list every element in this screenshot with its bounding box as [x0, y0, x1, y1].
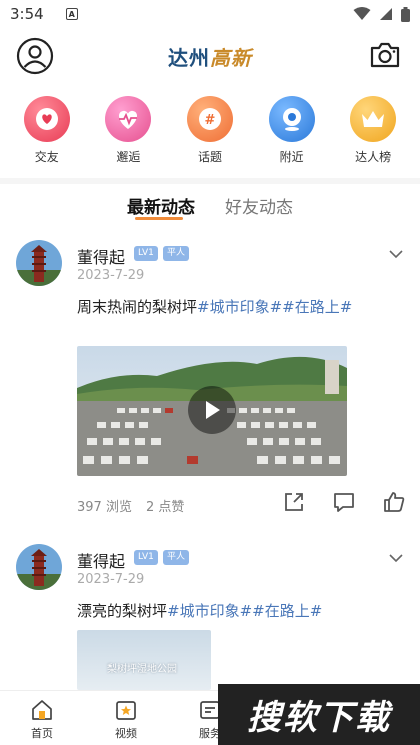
category-nearby[interactable]: 附近	[257, 96, 327, 168]
watermark-overlay: 搜软下载	[218, 684, 420, 745]
level-badge: LV1	[134, 550, 158, 565]
post-body: 漂亮的梨树坪	[77, 602, 168, 620]
post-actions	[282, 490, 406, 514]
category-make-friends[interactable]: 交友	[12, 96, 82, 168]
tab-latest[interactable]: 最新动态	[125, 193, 197, 218]
app-logo: 达州高新	[168, 42, 252, 71]
location-icon	[282, 108, 301, 131]
post-date: 2023-7-29	[77, 572, 145, 587]
notification-a-icon: A	[65, 8, 78, 20]
avatar[interactable]	[16, 240, 62, 286]
play-button[interactable]	[188, 386, 236, 434]
thumbs-up-icon[interactable]	[382, 490, 406, 514]
category-label: 达人榜	[355, 150, 392, 164]
category-label: 附近	[279, 150, 304, 164]
logo-part1: 达州	[168, 46, 210, 70]
active-tab-indicator	[135, 217, 183, 220]
status-bar: 3:54 A	[0, 0, 420, 28]
post-tags[interactable]: #城市印象##在路上#	[197, 298, 352, 316]
category-circle: #	[186, 96, 233, 142]
category-circle	[23, 96, 70, 142]
feed-post: 董得起 LV1 平人 2023-7-29 漂亮的梨树坪#城市印象##在路上# 梨…	[0, 544, 420, 694]
post-image[interactable]: 梨树坪湿地公园	[77, 630, 211, 690]
crown-icon	[362, 111, 385, 127]
svg-text:#: #	[205, 113, 216, 128]
post-body: 周末热闹的梨树坪	[77, 298, 198, 316]
nav-video[interactable]: 视频	[84, 691, 168, 745]
home-icon	[32, 700, 52, 720]
post-tags[interactable]: #城市印象##在路上#	[167, 602, 322, 620]
role-badge: 平人	[163, 246, 190, 261]
post-video[interactable]	[77, 346, 347, 476]
post-author[interactable]: 董得起	[77, 548, 125, 572]
app-header: 达州高新	[0, 28, 420, 84]
user-profile-icon[interactable]	[16, 37, 54, 75]
nav-label: 视频	[115, 727, 137, 740]
status-time: 3:54	[10, 5, 44, 23]
section-divider	[0, 178, 420, 184]
tab-friends[interactable]: 好友动态	[223, 193, 295, 218]
video-star-icon	[116, 701, 136, 720]
logo-part2: 高新	[210, 46, 252, 70]
signal-icon	[380, 8, 392, 20]
post-stats: 397 浏览 2 点赞	[77, 496, 198, 515]
share-icon[interactable]	[282, 490, 306, 514]
heart-icon	[35, 108, 58, 130]
post-text: 周末热闹的梨树坪#城市印象##在路上#	[77, 296, 352, 317]
comment-icon[interactable]	[332, 490, 356, 514]
wifi-icon	[353, 7, 371, 20]
image-caption: 梨树坪湿地公园	[107, 664, 177, 675]
category-row: 交友 邂逅 # 话题 附近 达人榜	[0, 96, 420, 168]
post-date: 2023-7-29	[77, 268, 145, 283]
like-count: 2 点赞	[145, 500, 185, 515]
category-label: 话题	[197, 150, 222, 164]
category-circle	[268, 96, 315, 142]
category-circle	[105, 96, 152, 142]
category-label: 交友	[34, 150, 59, 164]
category-talent-ranking[interactable]: 达人榜	[338, 96, 408, 168]
category-topics[interactable]: # 话题	[175, 96, 245, 168]
feed-post: 董得起 LV1 平人 2023-7-29 周末热闹的梨树坪#城市印象##在路上#	[0, 240, 420, 530]
view-count: 397 浏览	[77, 500, 132, 515]
category-circle	[350, 96, 397, 142]
feed-tabs: 最新动态 好友动态	[0, 188, 420, 222]
post-author[interactable]: 董得起	[77, 244, 125, 268]
camera-icon[interactable]	[368, 38, 402, 72]
category-label: 邂逅	[116, 150, 141, 164]
nav-label: 首页	[31, 727, 53, 740]
avatar[interactable]	[16, 544, 62, 590]
watermark-text: 搜软下载	[247, 698, 391, 738]
level-badge: LV1	[134, 246, 158, 261]
heartbeat-icon	[119, 110, 138, 129]
chevron-down-icon[interactable]	[388, 246, 404, 262]
play-icon	[206, 401, 220, 419]
chevron-down-icon[interactable]	[388, 550, 404, 566]
post-text: 漂亮的梨树坪#城市印象##在路上#	[77, 600, 322, 621]
nav-home[interactable]: 首页	[0, 691, 84, 745]
hashtag-icon: #	[198, 108, 221, 130]
role-badge: 平人	[163, 550, 190, 565]
category-encounter[interactable]: 邂逅	[93, 96, 163, 168]
battery-icon	[401, 6, 410, 22]
